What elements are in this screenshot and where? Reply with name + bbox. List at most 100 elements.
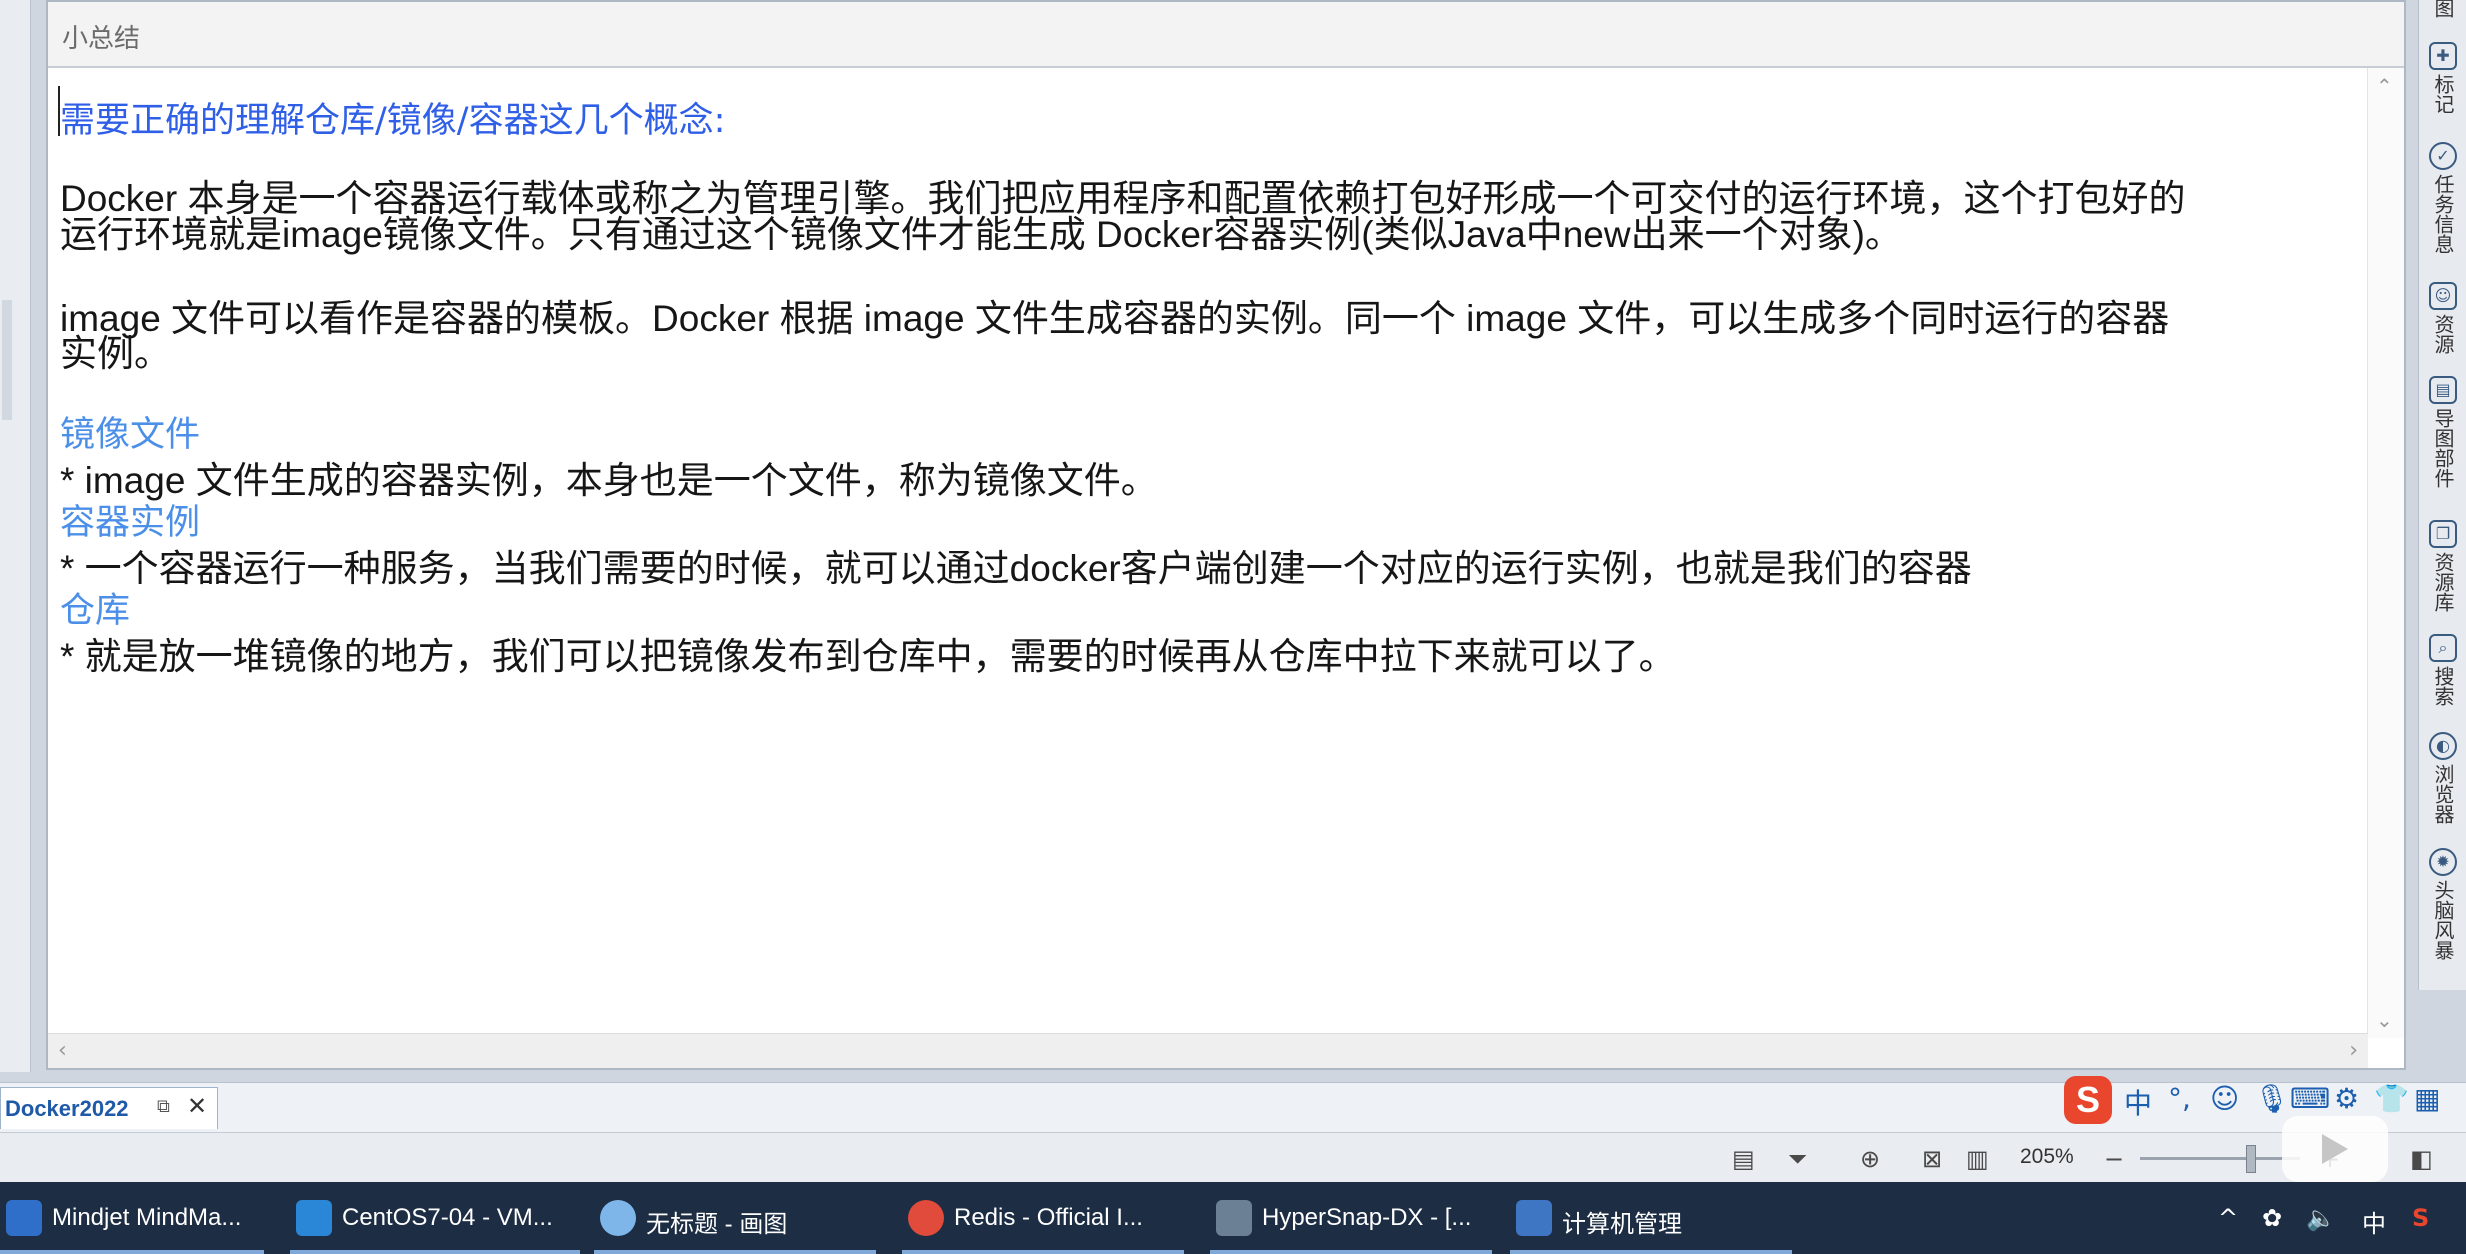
active-indicator [0, 1250, 264, 1254]
paragraph-2-line-2: 实例。 [60, 333, 171, 374]
active-indicator [594, 1250, 876, 1254]
video-play-overlay[interactable] [2282, 1116, 2388, 1182]
paint-icon [600, 1200, 636, 1236]
system-tray: ^ ✿ 🔈 中 S [2210, 1182, 2466, 1254]
input-language[interactable]: 中 [2362, 1204, 2386, 1239]
emoji-icon[interactable]: ☺ [2210, 1082, 2239, 1115]
taskbar-item-label: 计算机管理 [1562, 1211, 1682, 1238]
pane-map-parts[interactable]: ▤ 导图部件 [2419, 376, 2466, 488]
resource-icon: ☺ [2429, 282, 2457, 310]
gutter-thumb[interactable] [2, 300, 12, 420]
notes-window: 小总结 需要正确的理解仓库/镜像/容器这几个概念: Docker 本身是一个容器… [46, 0, 2406, 1070]
active-indicator [1210, 1250, 1492, 1254]
notes-window-header: 小总结 [48, 2, 2404, 68]
section-item-repository: * 就是放一堆镜像的地方，我们可以把镜像发布到仓库中，需要的时候再从仓库中拉下来… [60, 636, 1676, 677]
section-item-image-file: * image 文件生成的容器实例，本身也是一个文件，称为镜像文件。 [60, 460, 1158, 501]
brainstorm-icon: ✹ [2429, 848, 2457, 876]
paragraph-1-line-2: 运行环境就是image镜像文件。只有通过这个镜像文件才能生成 Docker容器实… [60, 214, 1902, 255]
scroll-left-icon[interactable]: ‹ [58, 1038, 67, 1063]
float-window-icon[interactable]: ⧉ [157, 1096, 170, 1117]
focus-topic-icon[interactable]: ⊕ [1860, 1145, 1880, 1173]
pane-search-label: 搜索 [2431, 666, 2455, 706]
task-pane-strip: 图 ✚ 标记 ✓ 任务信息 ☺ 资源 ▤ 导图部件 ❐ 资源库 ⌕ 搜索 ◐ 浏… [2418, 0, 2466, 990]
sogou-ime-icon[interactable]: S [2064, 1076, 2112, 1124]
tray-chevron-icon[interactable]: ^ [2218, 1204, 2238, 1232]
pane-marker[interactable]: ✚ 标记 [2419, 42, 2466, 114]
toolbox-icon[interactable]: ▦ [2414, 1082, 2440, 1115]
pane-library[interactable]: ❐ 资源库 [2419, 520, 2466, 612]
active-indicator [1510, 1250, 1792, 1254]
vmware-icon [296, 1200, 332, 1236]
pane-marker-label: 标记 [2431, 74, 2455, 114]
taskbar-item-label: 无标题 - 画图 [646, 1211, 788, 1238]
horizontal-scrollbar[interactable]: ‹ › [48, 1033, 2368, 1068]
scroll-right-icon[interactable]: › [2349, 1038, 2358, 1063]
ime-mode-toggle[interactable]: 中 [2124, 1082, 2152, 1122]
taskbar-item-label: HyperSnap-DX - [... [1262, 1204, 1472, 1231]
taskbar-item-chrome-redis[interactable]: Redis - Official I... [902, 1182, 1184, 1254]
scroll-down-icon[interactable]: ⌄ [2376, 1008, 2393, 1032]
taskbar-item-vmware[interactable]: CentOS7-04 - VM... [290, 1182, 580, 1254]
taskbar-item-computer-management[interactable]: 计算机管理 [1510, 1182, 1792, 1254]
pane-search[interactable]: ⌕ 搜索 [2419, 634, 2466, 706]
keyboard-icon[interactable]: ⌨ [2290, 1082, 2330, 1115]
zoom-slider-thumb[interactable] [2246, 1145, 2256, 1173]
library-icon: ❐ [2429, 520, 2457, 548]
document-tab[interactable]: Docker2022 ⧉ ✕ [0, 1087, 218, 1129]
zoom-level: 205% [2020, 1145, 2074, 1168]
microphone-icon[interactable]: 🎙 [2254, 1082, 2290, 1115]
pane-brainstorm-label: 头脑风暴 [2431, 880, 2455, 960]
notes-view-icon[interactable]: ▤ [1732, 1145, 1755, 1173]
fit-map-icon[interactable]: ⊠ [1922, 1145, 1942, 1173]
pane-browser[interactable]: ◐ 浏览器 [2419, 732, 2466, 824]
pane-map-parts-label: 导图部件 [2431, 408, 2455, 488]
pane-resource-label: 资源 [2431, 314, 2455, 354]
layout-toggle-icon[interactable]: ◧ [2410, 1145, 2433, 1173]
play-icon [2322, 1134, 2348, 1164]
pane-brainstorm[interactable]: ✹ 头脑风暴 [2419, 848, 2466, 960]
taskbar-item-label: Redis - Official I... [954, 1204, 1143, 1231]
scroll-up-icon[interactable]: ⌃ [2376, 74, 2393, 98]
hypersnap-icon [1216, 1200, 1252, 1236]
vertical-scrollbar[interactable]: ⌃ ⌄ [2367, 68, 2404, 1038]
section-item-container-instance: * 一个容器运行一种服务，当我们需要的时候，就可以通过docker客户端创建一个… [60, 548, 1972, 589]
pane-map[interactable]: 图 [2419, 0, 2466, 18]
skin-icon[interactable]: 👕 [2374, 1082, 2409, 1115]
pane-resource[interactable]: ☺ 资源 [2419, 282, 2466, 354]
close-tab-icon[interactable]: ✕ [187, 1092, 207, 1120]
notes-editor[interactable]: 需要正确的理解仓库/镜像/容器这几个概念: Docker 本身是一个容器运行载体… [48, 68, 2368, 1038]
paragraph-2-line-1: image 文件可以看作是容器的模板。Docker 根据 image 文件生成容… [60, 298, 2170, 339]
chrome-icon [908, 1200, 944, 1236]
active-indicator [290, 1250, 580, 1254]
tray-app-icon[interactable]: ✿ [2262, 1204, 2282, 1232]
task-info-icon: ✓ [2429, 142, 2457, 170]
taskbar-item-hypersnap[interactable]: HyperSnap-DX - [... [1210, 1182, 1492, 1254]
notes-window-title: 小总结 [62, 24, 141, 54]
pane-task-info[interactable]: ✓ 任务信息 [2419, 142, 2466, 254]
document-tab-label: Docker2022 [5, 1096, 129, 1121]
browser-icon: ◐ [2429, 732, 2457, 760]
filter-icon[interactable]: ⏷ [1788, 1145, 1807, 1173]
pane-browser-label: 浏览器 [2431, 764, 2455, 824]
volume-icon[interactable]: 🔈 [2306, 1204, 2336, 1232]
marker-icon: ✚ [2429, 42, 2457, 70]
status-bar: ▤ ⏷ ⊕ ⊠ ▥ 205% − + ◧ [0, 1132, 2466, 1183]
taskbar-item-mindjet[interactable]: Mindjet MindMa... [0, 1182, 264, 1254]
zoom-slider[interactable] [2140, 1157, 2300, 1160]
ime-toolbar: S 中 °, ☺ 🎙 ⌨ ⚙ 👕 ▦ [2064, 1072, 2466, 1128]
taskbar-item-label: Mindjet MindMa... [52, 1204, 242, 1231]
active-indicator [902, 1250, 1184, 1254]
settings-icon[interactable]: ⚙ [2334, 1082, 2359, 1115]
page-view-icon[interactable]: ▥ [1966, 1145, 1989, 1173]
pane-task-info-label: 任务信息 [2431, 174, 2455, 254]
left-gutter [0, 0, 31, 1072]
windows-taskbar: Mindjet MindMa... CentOS7-04 - VM... 无标题… [0, 1182, 2466, 1254]
notes-heading: 需要正确的理解仓库/镜像/容器这几个概念: [60, 101, 726, 141]
sogou-tray-icon[interactable]: S [2412, 1204, 2429, 1232]
mindjet-icon [6, 1200, 42, 1236]
zoom-out-icon[interactable]: − [2104, 1145, 2124, 1173]
taskbar-item-paint[interactable]: 无标题 - 画图 [594, 1182, 876, 1254]
computer-management-icon [1516, 1200, 1552, 1236]
ime-punctuation-toggle[interactable]: °, [2168, 1082, 2191, 1115]
map-parts-icon: ▤ [2429, 376, 2457, 404]
